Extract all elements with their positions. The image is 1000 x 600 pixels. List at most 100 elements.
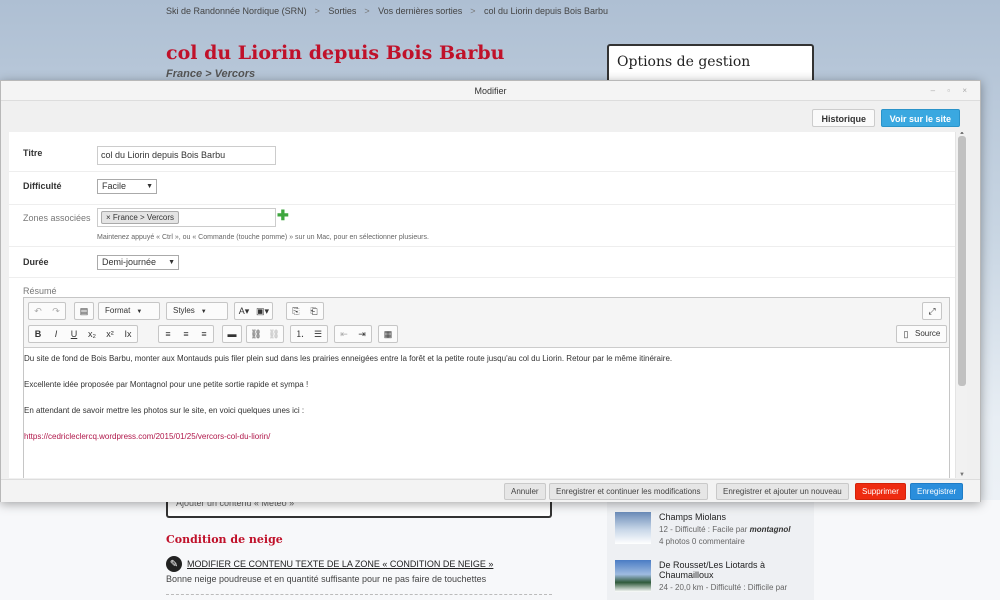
- align-left-icon[interactable]: ≡: [159, 326, 177, 342]
- titre-input[interactable]: col du Liorin depuis Bois Barbu: [97, 146, 276, 165]
- save-continue-button[interactable]: Enregistrer et continuer les modificatio…: [549, 483, 708, 500]
- delete-button[interactable]: Supprimer: [855, 483, 906, 500]
- duree-select[interactable]: Demi-journée ▼: [97, 255, 179, 270]
- difficulte-label: Difficulté: [23, 181, 62, 191]
- template-icon[interactable]: ▤: [75, 303, 93, 319]
- voir-sur-le-site-button[interactable]: Voir sur le site: [880, 109, 960, 127]
- outing-name[interactable]: De Rousset/Les Liotards à Chaumailloux: [659, 560, 799, 580]
- options-title: Options de gestion: [617, 54, 751, 70]
- outing-name[interactable]: Champs Miolans: [659, 512, 790, 522]
- subscript-icon[interactable]: x₂: [83, 326, 101, 342]
- outing-author[interactable]: montagnol: [750, 525, 791, 534]
- save-button[interactable]: Enregistrer: [910, 483, 964, 500]
- maximize-group: ⤢: [922, 302, 942, 320]
- underline-icon[interactable]: U: [65, 326, 83, 342]
- undo-redo-group: ↶ ↷: [28, 302, 66, 320]
- zones-label: Zones associées: [23, 213, 91, 223]
- historique-button[interactable]: Historique: [812, 109, 875, 127]
- zones-multiselect[interactable]: × France > Vercors: [97, 208, 276, 227]
- save-add-button[interactable]: Enregistrer et ajouter un nouveau: [716, 483, 849, 500]
- edit-modal: Modifier – ▫ × Historique Voir sur le si…: [0, 80, 981, 502]
- align-center-icon[interactable]: ≡: [177, 326, 195, 342]
- caret-down-icon: ▼: [136, 309, 143, 315]
- unlink-icon[interactable]: ⛓: [265, 326, 283, 342]
- align-group: ≡ ≡ ≡: [158, 325, 214, 343]
- editor-content[interactable]: Du site de fond de Bois Barbu, monter au…: [24, 348, 949, 443]
- window-controls[interactable]: – ▫ ×: [931, 81, 972, 101]
- list-item[interactable]: Champs Miolans 12 - Difficulté : Facile …: [615, 512, 790, 546]
- indent-icon[interactable]: ⇥: [353, 326, 371, 342]
- outing-stats: 4 photos 0 commentaire: [659, 537, 745, 546]
- undo-icon[interactable]: ↶: [29, 303, 47, 319]
- source-icon: ▯: [903, 329, 909, 339]
- pencil-icon: ✎: [166, 556, 182, 572]
- modal-title: Modifier: [474, 86, 507, 96]
- recent-outings-list: Champs Miolans 12 - Difficulté : Facile …: [607, 500, 814, 600]
- breadcrumb-item[interactable]: Sorties: [328, 6, 356, 16]
- modal-footer: Annuler Enregistrer et continuer les mod…: [1, 479, 980, 502]
- zone-tag[interactable]: × France > Vercors: [101, 211, 180, 224]
- duree-label: Durée: [23, 257, 49, 267]
- titre-label: Titre: [23, 148, 43, 158]
- horizontal-rule-icon[interactable]: ▬: [223, 326, 241, 342]
- paste-group: ⎘ ⎗: [286, 302, 324, 320]
- outing-meta: 12 - Difficulté : Facile par montagnol: [659, 525, 791, 534]
- table-group: ▦: [378, 325, 398, 343]
- paste-text-icon[interactable]: ⎘: [287, 303, 305, 319]
- neige-text: Bonne neige poudreuse et en quantité suf…: [166, 574, 487, 584]
- bulleted-list-icon[interactable]: ☰: [309, 326, 327, 342]
- editor-paragraph: Du site de fond de Bois Barbu, monter au…: [24, 354, 673, 363]
- editor-paragraph: Excellente idée proposée par Montagnol p…: [24, 380, 309, 389]
- editor-link[interactable]: https://cedricleclercq.wordpress.com/201…: [24, 430, 949, 443]
- scroll-down-icon[interactable]: ▼: [959, 472, 965, 478]
- difficulte-select[interactable]: Facile ▼: [97, 179, 157, 194]
- edit-neige-label: Modifier ce contenu texte de la zone « C…: [187, 559, 494, 569]
- bold-icon[interactable]: B: [29, 326, 47, 342]
- caret-down-icon: ▼: [168, 259, 175, 266]
- list-group: ⒈ ☰: [290, 325, 328, 343]
- italic-icon[interactable]: I: [47, 326, 65, 342]
- outing-thumbnail: [615, 512, 651, 544]
- paste-word-icon[interactable]: ⎗: [305, 303, 323, 319]
- form-scrollbar[interactable]: ▲ ▼: [955, 132, 967, 478]
- breadcrumb-current: col du Liorin depuis Bois Barbu: [483, 6, 609, 16]
- edit-neige-link[interactable]: ✎ Modifier ce contenu texte de la zone «…: [166, 556, 493, 572]
- editor-toolbar: ↶ ↷ ▤ Format ▼ Styles ▼ A▾ ▣▾ ⎘ ⎗ ⤢ B I …: [24, 298, 949, 348]
- caret-down-icon: ▼: [146, 183, 153, 190]
- numbered-list-icon[interactable]: ⒈: [291, 326, 309, 342]
- link-group: ⛓ ⛓: [246, 325, 284, 343]
- link-icon[interactable]: ⛓: [247, 326, 265, 342]
- form-area: Titre col du Liorin depuis Bois Barbu Di…: [9, 132, 967, 478]
- table-icon[interactable]: ▦: [379, 326, 397, 342]
- annuler-button[interactable]: Annuler: [504, 483, 546, 500]
- redo-icon[interactable]: ↷: [47, 303, 65, 319]
- templates-group: ▤: [74, 302, 94, 320]
- zones-help-text: Maintenez appuyé « Ctrl », ou « Commande…: [97, 234, 429, 241]
- remove-format-icon[interactable]: Ix: [119, 326, 137, 342]
- remove-tag-icon[interactable]: ×: [106, 213, 111, 222]
- styles-dropdown[interactable]: Styles ▼: [166, 302, 228, 320]
- source-button[interactable]: ▯ Source: [896, 325, 948, 343]
- format-dropdown[interactable]: Format ▼: [98, 302, 160, 320]
- indent-group: ⇤ ⇥: [334, 325, 372, 343]
- titre-row: Titre col du Liorin depuis Bois Barbu: [9, 132, 955, 172]
- outing-meta: 24 - 20,0 km - Difficulté : Difficile pa…: [659, 583, 788, 592]
- outdent-icon[interactable]: ⇤: [335, 326, 353, 342]
- breadcrumb: Ski de Randonnée Nordique (SRN) > Sorties…: [166, 6, 609, 16]
- breadcrumb-item[interactable]: Ski de Randonnée Nordique (SRN): [166, 6, 307, 16]
- modal-titlebar[interactable]: Modifier – ▫ ×: [1, 81, 980, 101]
- superscript-icon[interactable]: x²: [101, 326, 119, 342]
- add-zone-icon[interactable]: ✚: [277, 207, 289, 224]
- caret-down-icon: ▼: [200, 309, 207, 315]
- bg-color-icon[interactable]: ▣▾: [253, 303, 272, 319]
- list-item[interactable]: De Rousset/Les Liotards à Chaumailloux 2…: [615, 560, 799, 592]
- editor-paragraph: En attendant de savoir mettre les photos…: [24, 406, 305, 415]
- zones-row: Zones associées × France > Vercors ✚ Mai…: [9, 205, 955, 247]
- breadcrumb-item[interactable]: Vos dernières sorties: [378, 6, 462, 16]
- duree-row: Durée Demi-journée ▼: [9, 247, 955, 278]
- align-right-icon[interactable]: ≡: [195, 326, 213, 342]
- maximize-icon[interactable]: ⤢: [923, 303, 941, 319]
- scrollbar-thumb[interactable]: [958, 136, 966, 386]
- color-group: A▾ ▣▾: [234, 302, 274, 320]
- text-color-icon[interactable]: A▾: [235, 303, 253, 319]
